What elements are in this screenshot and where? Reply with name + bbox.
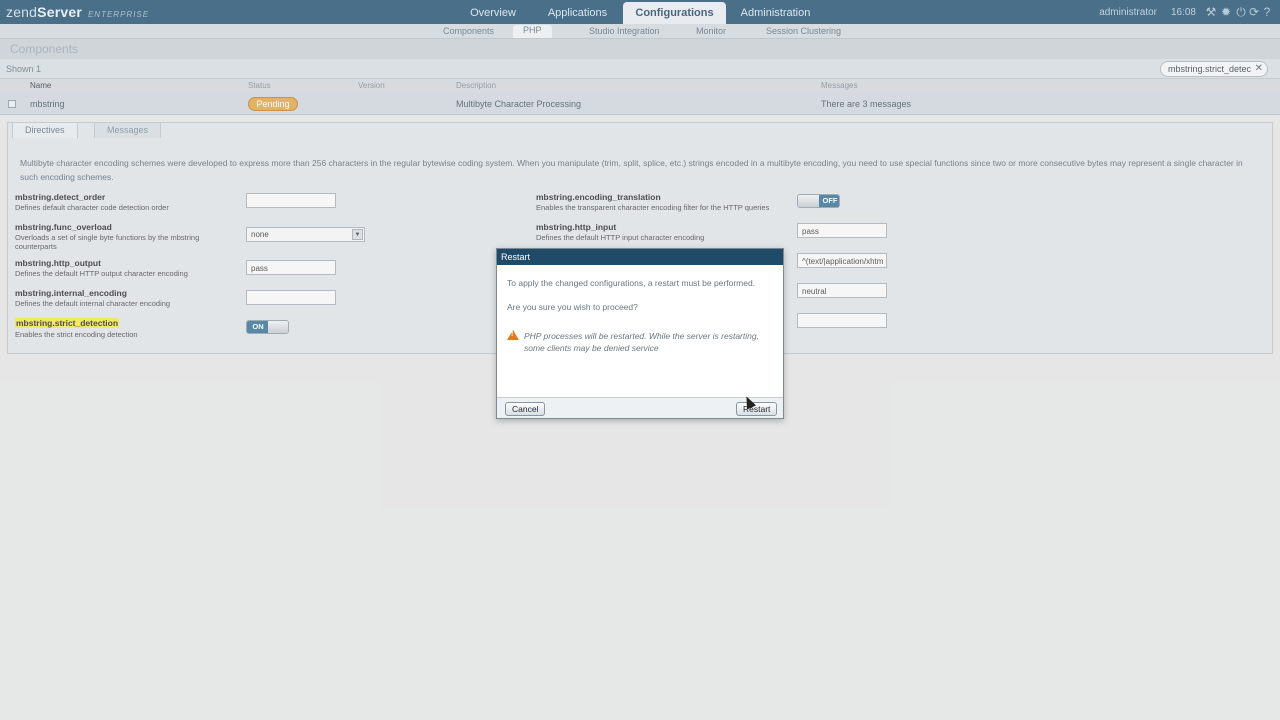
dialog-message: To apply the changed configurations, a r…: [507, 278, 756, 288]
warning-icon: !: [507, 330, 519, 340]
dialog-question: Are you sure you wish to proceed?: [507, 302, 638, 312]
cancel-button[interactable]: Cancel: [505, 402, 546, 416]
restart-button[interactable]: Restart: [736, 402, 778, 416]
dialog-footer: Cancel Restart: [497, 397, 783, 418]
restart-dialog: Restart To apply the changed configurati…: [496, 248, 784, 419]
dialog-title: Restart: [497, 249, 783, 265]
dialog-warning: PHP processes will be restarted. While t…: [524, 331, 759, 353]
